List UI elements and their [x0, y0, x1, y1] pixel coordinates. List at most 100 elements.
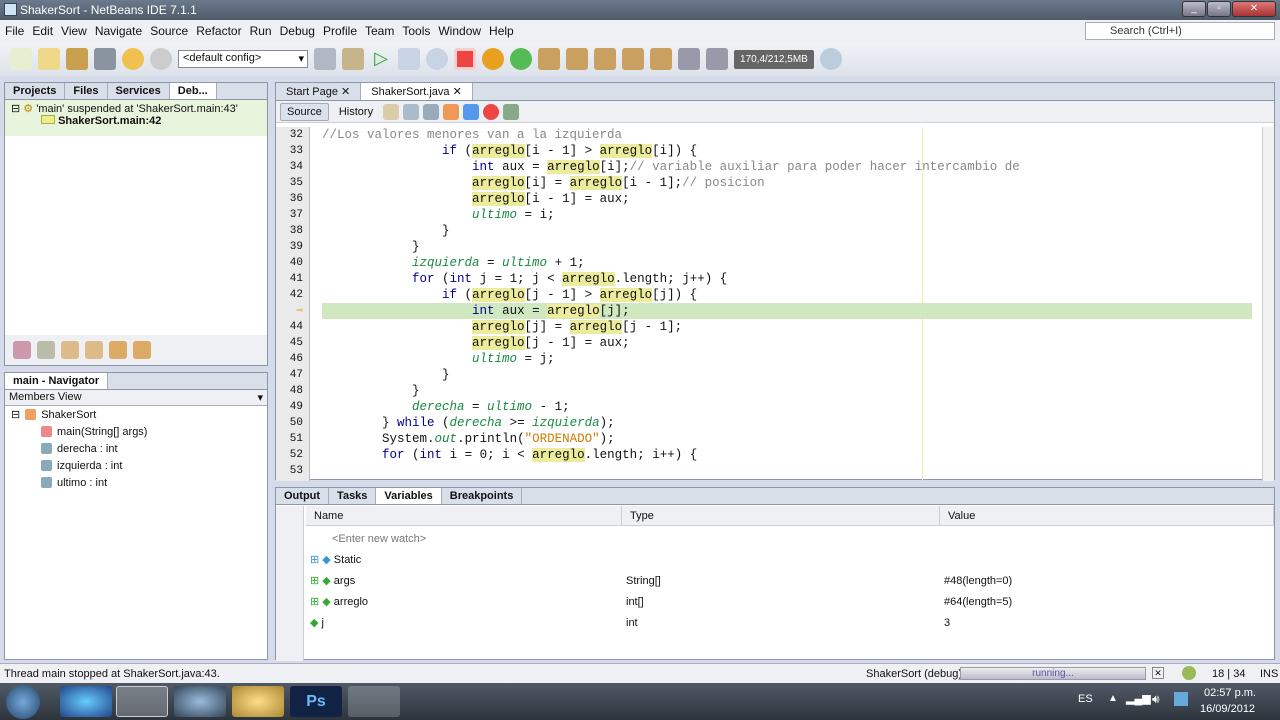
show-hidden-icons[interactable]: ▲	[1108, 693, 1118, 704]
thread-item[interactable]: ⊟ ⚙ 'main' suspended at 'ShakerSort.main…	[11, 102, 261, 115]
variable-row[interactable]: ⊞ ◆ arreglo int[] #64(length=5)	[306, 591, 1274, 612]
col-name[interactable]: Name	[306, 506, 622, 525]
clock-date[interactable]: 16/09/2012	[1200, 703, 1255, 715]
variable-row[interactable]: ⊞ ◆ args String[] #48(length=0)	[306, 570, 1274, 591]
col-value[interactable]: Value	[940, 506, 1274, 525]
maximize-button[interactable]: ▫	[1207, 1, 1231, 17]
back-icon[interactable]	[383, 103, 400, 120]
tab-services[interactable]: Services	[108, 83, 170, 99]
open-project-icon[interactable]	[66, 48, 88, 70]
step-over-expression-icon[interactable]	[566, 48, 588, 70]
debug-icon[interactable]	[398, 48, 420, 70]
menu-edit[interactable]: Edit	[32, 24, 53, 38]
cancel-task-icon[interactable]: ✕	[1152, 667, 1164, 679]
menu-file[interactable]: File	[5, 24, 24, 38]
run-to-cursor-icon[interactable]	[650, 48, 672, 70]
find-icon[interactable]	[423, 103, 440, 120]
member-item[interactable]: ultimo : int	[5, 474, 267, 491]
volume-icon[interactable]: 🔊︎	[1152, 692, 1160, 707]
profile-icon[interactable]	[426, 48, 448, 70]
members-view-select[interactable]: Members View	[5, 390, 267, 406]
lock-icon[interactable]	[109, 341, 127, 359]
tab-startpage[interactable]: Start Page ✕	[276, 83, 362, 100]
col-type[interactable]: Type	[622, 506, 940, 525]
forward-icon[interactable]	[403, 103, 420, 120]
macro-icon[interactable]	[503, 103, 520, 120]
resume-icon[interactable]	[85, 341, 103, 359]
memory-indicator[interactable]: 170,4/212,5MB	[734, 49, 814, 69]
member-item[interactable]: derecha : int	[5, 440, 267, 457]
tab-shakersortjava[interactable]: ShakerSort.java ✕	[361, 83, 473, 100]
breakpoint-icon[interactable]	[483, 103, 500, 120]
undo-icon[interactable]	[122, 48, 144, 70]
member-item[interactable]: main(String[] args)	[5, 423, 267, 440]
language-indicator[interactable]: ES	[1078, 693, 1093, 705]
ie-taskbar-icon[interactable]	[60, 686, 112, 717]
code-area[interactable]: //Los valores menores van a la izquierda…	[322, 127, 1252, 481]
pause-icon[interactable]	[482, 48, 504, 70]
tab-projects[interactable]: Projects	[5, 83, 66, 99]
close-button[interactable]: ✕	[1232, 1, 1276, 17]
menu-window[interactable]: Window	[438, 24, 481, 38]
save-all-icon[interactable]	[94, 48, 116, 70]
new-project-icon[interactable]	[38, 48, 60, 70]
clean-build-icon[interactable]	[342, 48, 364, 70]
filter-icon[interactable]	[13, 341, 31, 359]
class-item[interactable]: ⊟ ShakerSort	[5, 406, 267, 423]
dropbox-icon[interactable]	[1174, 692, 1188, 706]
source-button[interactable]: Source	[280, 102, 329, 121]
next-occurrence-icon[interactable]	[463, 103, 480, 120]
clock-time[interactable]: 02:57 p.m.	[1204, 687, 1256, 699]
notification-icon[interactable]	[1182, 666, 1196, 680]
tab-variables[interactable]: Variables	[376, 488, 442, 504]
step-out-icon[interactable]	[622, 48, 644, 70]
new-file-icon[interactable]	[10, 48, 32, 70]
run-icon[interactable]: ▷	[370, 48, 392, 70]
search-input[interactable]: Search (Ctrl+I)	[1085, 22, 1275, 40]
frame-item[interactable]: ShakerSort.main:42	[11, 115, 261, 127]
minimize-button[interactable]: _	[1182, 1, 1206, 17]
photoshop-taskbar-icon[interactable]: Ps	[290, 686, 342, 717]
redo-icon[interactable]	[150, 48, 172, 70]
menu-profile[interactable]: Profile	[323, 24, 357, 38]
tab-tasks[interactable]: Tasks	[329, 488, 377, 504]
step-over-icon[interactable]	[538, 48, 560, 70]
navigator-title[interactable]: main - Navigator	[5, 373, 109, 389]
step-into-icon[interactable]	[594, 48, 616, 70]
menu-tools[interactable]: Tools	[402, 24, 430, 38]
variable-row[interactable]: ⊞ ◆ Static	[306, 549, 1274, 570]
prev-occurrence-icon[interactable]	[443, 103, 460, 120]
menu-debug[interactable]: Debug	[280, 24, 315, 38]
grid-icon[interactable]	[133, 341, 151, 359]
history-button[interactable]: History	[333, 104, 379, 120]
config-select[interactable]: <default config>	[178, 50, 308, 68]
editor-scrollbar[interactable]	[1262, 127, 1274, 481]
app-taskbar-icon[interactable]	[348, 686, 400, 717]
menu-run[interactable]: Run	[250, 24, 272, 38]
tab-breakpoints[interactable]: Breakpoints	[442, 488, 523, 504]
tab-output[interactable]: Output	[276, 488, 330, 504]
media-taskbar-icon[interactable]	[174, 686, 226, 717]
menu-navigate[interactable]: Navigate	[95, 24, 142, 38]
gc-icon[interactable]	[819, 48, 842, 70]
filter-icon[interactable]	[37, 341, 55, 359]
menu-view[interactable]: View	[61, 24, 87, 38]
network-icon[interactable]: ▂▄▆	[1126, 692, 1151, 705]
finish-debug-icon[interactable]	[454, 48, 476, 70]
explorer-taskbar-icon[interactable]	[232, 686, 284, 717]
variable-row[interactable]: ◆ j int 3	[306, 612, 1274, 633]
menu-team[interactable]: Team	[365, 24, 394, 38]
netbeans-taskbar-icon[interactable]	[116, 686, 168, 717]
continue-icon[interactable]	[510, 48, 532, 70]
menu-refactor[interactable]: Refactor	[196, 24, 241, 38]
tab-files[interactable]: Files	[65, 83, 108, 99]
apply-changes-icon[interactable]	[678, 48, 700, 70]
build-icon[interactable]	[314, 48, 336, 70]
member-item[interactable]: izquierda : int	[5, 457, 267, 474]
menu-help[interactable]: Help	[489, 24, 514, 38]
suspend-icon[interactable]	[61, 341, 79, 359]
tab-deb[interactable]: Deb...	[169, 83, 217, 99]
menu-source[interactable]: Source	[150, 24, 188, 38]
variable-row[interactable]: <Enter new watch>	[306, 528, 1274, 549]
start-button[interactable]	[6, 685, 40, 719]
